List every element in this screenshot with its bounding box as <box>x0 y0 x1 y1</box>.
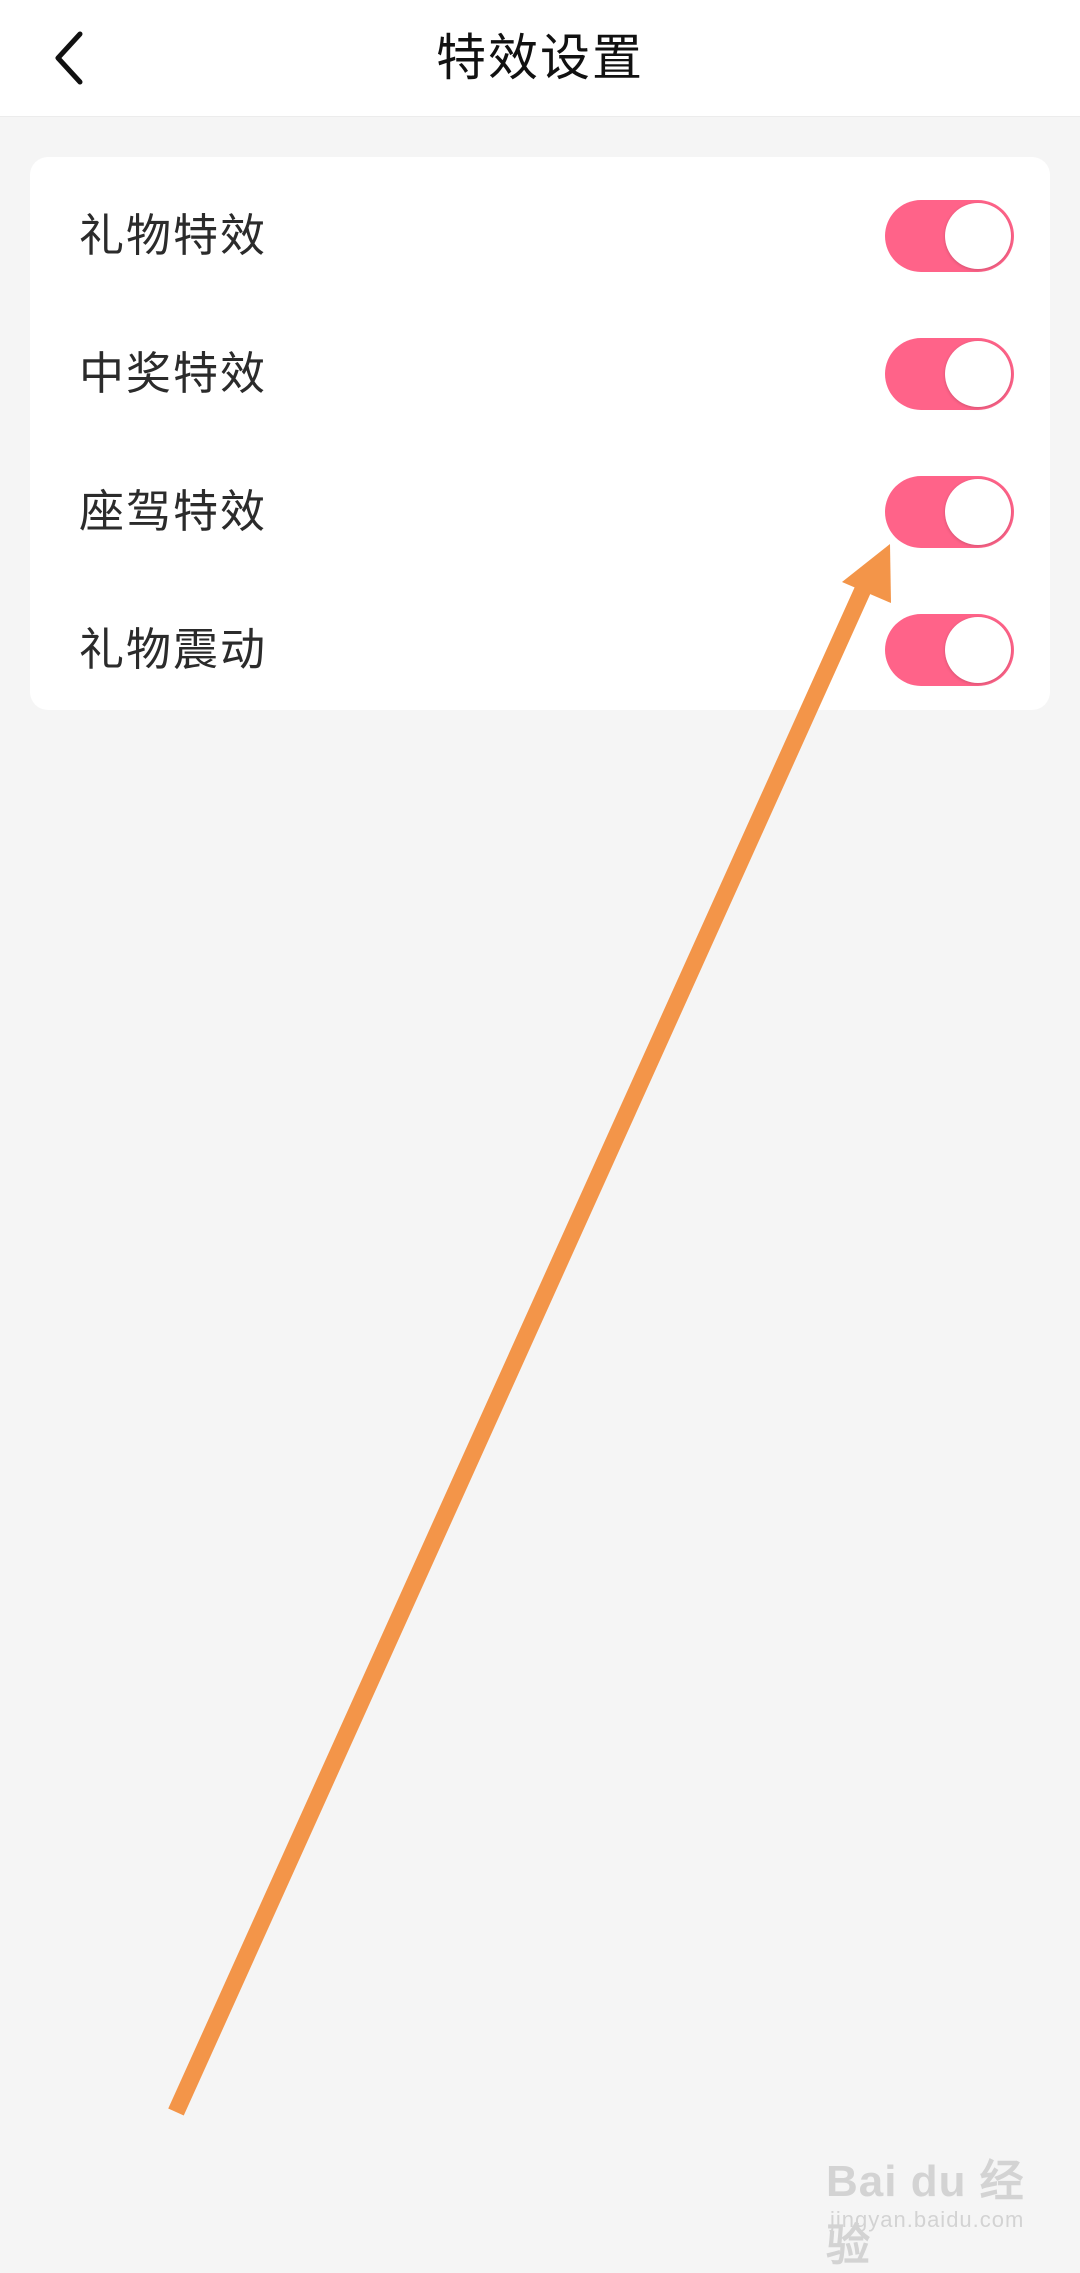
top-bar: 特效设置 <box>0 0 1080 117</box>
page-title: 特效设置 <box>436 29 644 87</box>
watermark: Bai du 经验 jingyan.baidu.com <box>826 2145 1056 2270</box>
setting-row-vehicle-effect: 座驾特效 <box>30 443 1050 581</box>
toggle-knob <box>945 617 1011 683</box>
toggle-knob <box>945 341 1011 407</box>
watermark-url: jingyan.baidu.com <box>830 2207 1025 2232</box>
setting-label: 中奖特效 <box>79 347 268 400</box>
gift-effect-toggle[interactable] <box>885 200 1014 272</box>
gift-vibration-toggle[interactable] <box>885 614 1014 686</box>
setting-label: 礼物震动 <box>79 623 268 676</box>
setting-row-gift-vibration: 礼物震动 <box>30 581 1050 719</box>
annotation-arrow-shaft <box>168 581 873 2116</box>
toggle-knob <box>945 479 1011 545</box>
setting-row-prize-effect: 中奖特效 <box>30 305 1050 443</box>
setting-label: 礼物特效 <box>79 209 268 262</box>
setting-row-gift-effect: 礼物特效 <box>30 167 1050 305</box>
toggle-knob <box>945 203 1011 269</box>
settings-card: 礼物特效 中奖特效 座驾特效 礼物震动 <box>30 157 1050 710</box>
setting-label: 座驾特效 <box>79 485 268 538</box>
vehicle-effect-toggle[interactable] <box>885 476 1014 548</box>
prize-effect-toggle[interactable] <box>885 338 1014 410</box>
